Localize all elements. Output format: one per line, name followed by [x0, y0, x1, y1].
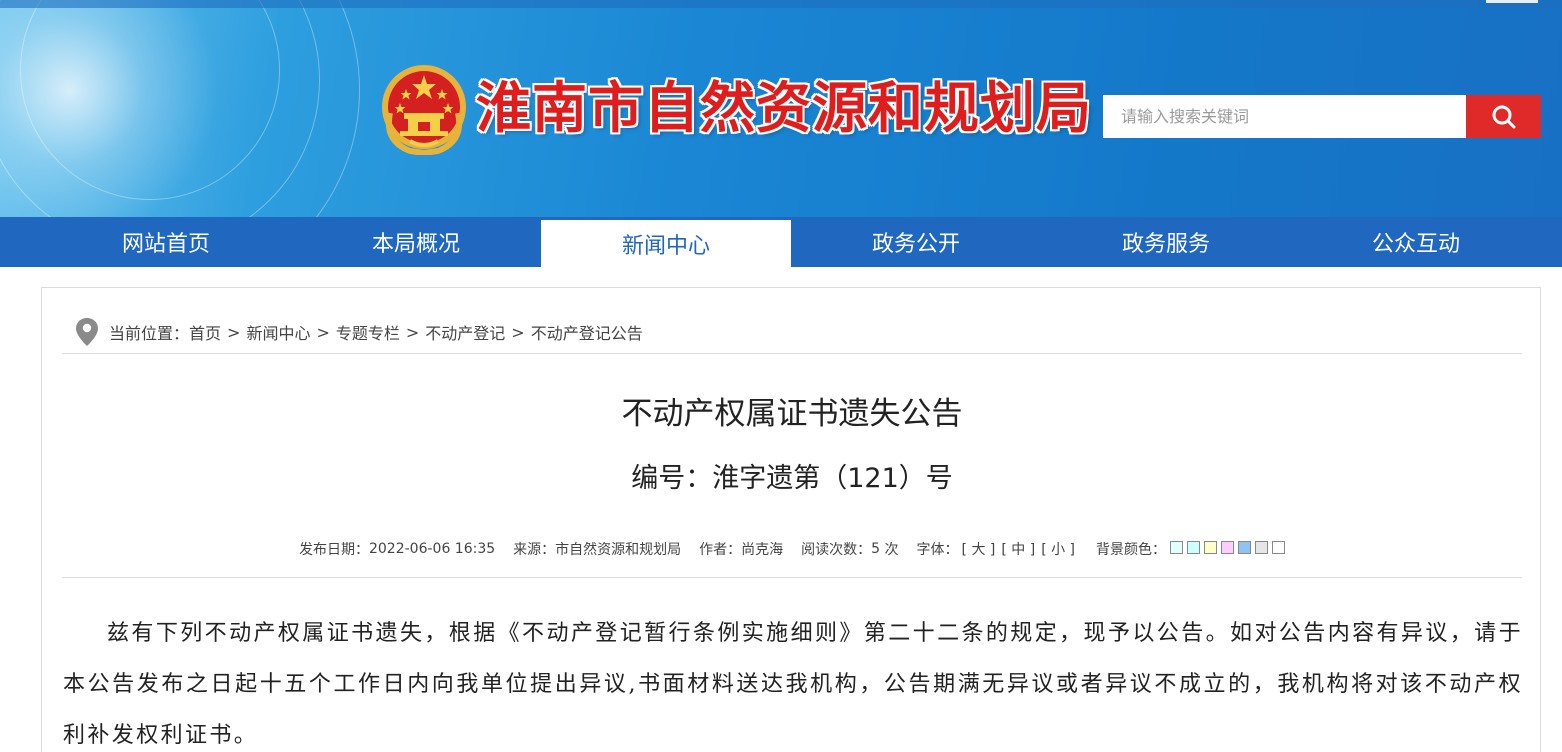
article-source: 来源： 市自然资源和规划局: [513, 542, 682, 558]
font-size-controls: 字体： [ 大 ] [ 中 ] [ 小 ]: [917, 539, 1078, 559]
bg-color-swatch[interactable]: [1170, 540, 1184, 554]
location-pin-icon: [76, 318, 98, 346]
article-number: 编号：淮字遗第（121）号: [631, 463, 953, 494]
search-button[interactable]: [1466, 95, 1541, 138]
breadcrumb-registration-notices[interactable]: 不动产登记公告: [531, 320, 643, 344]
publish-date: 发布日期： 2022-06-06 16:35: [298, 541, 496, 558]
swatch-group: [1166, 540, 1286, 558]
breadcrumb-news-center[interactable]: 新闻中心: [246, 320, 310, 344]
background-color-controls: 背景颜色：: [1096, 539, 1286, 559]
bg-color-swatch[interactable]: [1221, 540, 1235, 554]
main-nav: 网站首页 本局概况 新闻中心 政务公开 政务服务 公众互动: [0, 217, 1562, 267]
search-input[interactable]: [1103, 95, 1466, 138]
article-meta: 发布日期： 2022-06-06 16:35 来源： 市自然资源和规划局 作者： 尚克…: [42, 539, 1542, 559]
breadcrumb-separator: >: [511, 322, 525, 342]
article-author: 作者： 尚克海: [699, 542, 784, 558]
bg-color-swatch[interactable]: [1204, 540, 1218, 554]
top-link-button[interactable]: [1486, 0, 1538, 3]
nav-item-public-interaction[interactable]: 公众互动: [1291, 217, 1541, 267]
breadcrumb-special-topics[interactable]: 专题专栏: [336, 320, 400, 344]
bg-color-swatch[interactable]: [1238, 540, 1252, 554]
header-banner: 淮南市自然资源和规划局: [0, 0, 1562, 217]
breadcrumb-prefix: 当前位置：: [109, 324, 190, 343]
font-large-button[interactable]: [ 大 ]: [962, 539, 996, 559]
nav-item-home[interactable]: 网站首页: [41, 217, 291, 267]
nav-item-news[interactable]: 新闻中心: [541, 220, 791, 267]
bg-color-swatch[interactable]: [1187, 540, 1201, 554]
breadcrumb: 当前位置： 首页 > 新闻中心 > 专题专栏 > 不动产登记 > 不动产登记公告: [75, 316, 643, 348]
breadcrumb-separator: >: [405, 322, 420, 342]
content-card: 当前位置： 首页 > 新闻中心 > 专题专栏 > 不动产登记 > 不动产登记公告…: [41, 287, 1541, 752]
bg-color-swatch[interactable]: [1272, 540, 1286, 554]
article-title: 不动产权属证书遗失公告: [621, 396, 963, 432]
font-medium-button[interactable]: [ 中 ]: [1001, 539, 1035, 559]
divider: [62, 353, 1522, 354]
nav-item-gov-services[interactable]: 政务服务: [1041, 217, 1291, 267]
nav-item-overview[interactable]: 本局概况: [291, 217, 541, 267]
breadcrumb-separator: >: [316, 322, 330, 342]
search-icon: [1492, 105, 1515, 128]
breadcrumb-separator: >: [227, 322, 241, 342]
nav-item-gov-affairs[interactable]: 政务公开: [791, 217, 1041, 267]
divider: [62, 577, 1522, 578]
breadcrumb-home[interactable]: 首页: [189, 320, 221, 344]
view-count: 阅读次数： 5 次: [801, 541, 899, 558]
bg-color-swatch[interactable]: [1255, 540, 1269, 554]
top-strip: [0, 0, 1562, 8]
article-body: 兹有下列不动产权属证书遗失，根据《不动产登记暂行条例实施细则》第二十二条的规定，…: [63, 621, 1523, 748]
font-small-button[interactable]: [ 小 ]: [1041, 539, 1075, 559]
breadcrumb-real-estate-registration[interactable]: 不动产登记: [425, 320, 505, 344]
site-title: 淮南市自然资源和规划局: [476, 75, 1093, 140]
national-emblem-icon: [382, 65, 466, 155]
